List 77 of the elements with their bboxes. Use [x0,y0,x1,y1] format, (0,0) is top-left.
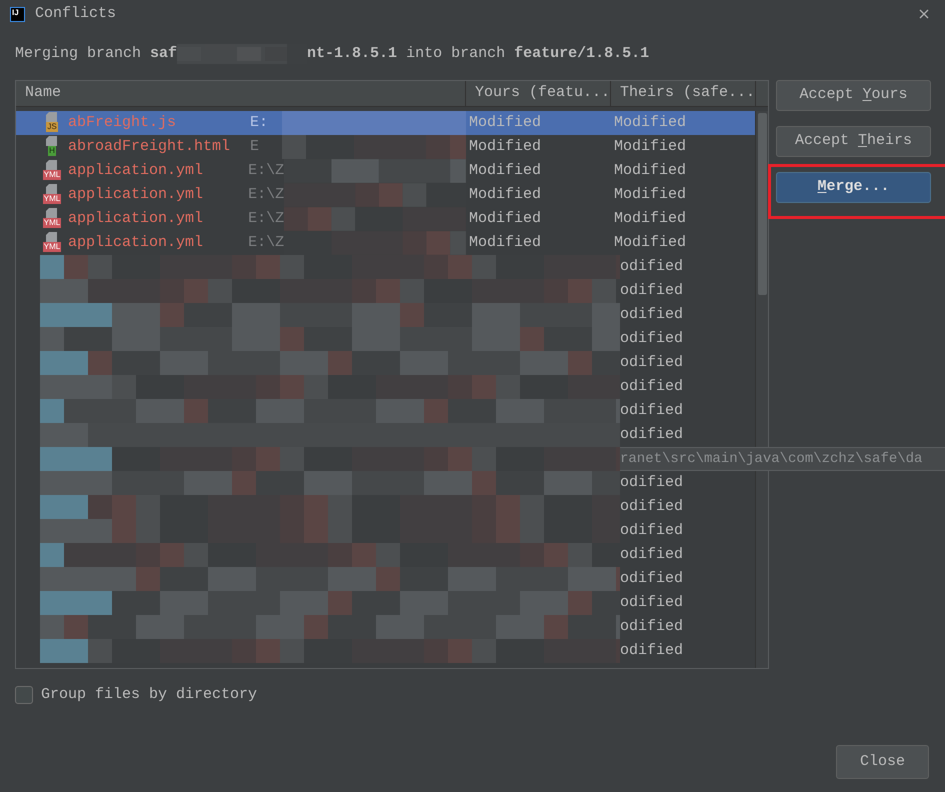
table-row[interactable]: H abroadFreight.html E Modified Modified [16,135,755,159]
status-text: odified [620,400,684,421]
status-text: odified [620,424,684,445]
status-text: Modified [469,184,542,205]
status-text: Modified [469,160,542,181]
column-header[interactable]: Name [16,81,466,106]
status-text: odified [620,640,684,661]
file-name: abFreight.js [68,112,178,133]
table-row[interactable]: odified [16,423,755,447]
window-title: Conflicts [35,4,116,24]
status-text: Modified [469,232,542,253]
status-text: Modified [614,160,686,181]
status-text: odified [620,544,684,565]
close-button[interactable]: Close [836,745,929,779]
table-row[interactable]: odified [16,615,755,639]
table-row[interactable]: odified [16,327,755,351]
file-path: E:\Z [248,232,284,253]
status-text: odified [620,616,684,637]
file-path: E:\Z [248,208,284,229]
scrollbar-thumb[interactable] [758,113,766,295]
table-row[interactable]: odified [16,471,755,495]
path-tooltip: ranet\src\main\java\com\zchz\safe\da [620,447,945,471]
app-icon: IJ [10,6,25,22]
merge-message: Merging branch saf [15,44,178,64]
status-text: odified [620,328,684,349]
status-text: odified [620,472,684,493]
checkbox-label: Group files by directory [41,684,258,705]
table-row[interactable]: odified [16,567,755,591]
status-text: odified [620,256,684,277]
status-text: odified [620,280,684,301]
status-text: odified [620,568,684,589]
file-name: application.yml [68,208,204,229]
action-button[interactable]: Accept Yours [776,80,931,111]
table-row[interactable]: odified [16,375,755,399]
action-button[interactable]: Merge... [776,172,931,203]
status-text: odified [620,352,684,373]
table-row[interactable]: odified [16,279,755,303]
table-row[interactable]: odified [16,639,755,663]
table-row[interactable]: odified [16,519,755,543]
file-path: E: [250,112,268,133]
file-name: application.yml [68,232,204,253]
status-text: Modified [469,208,542,229]
table-row[interactable]: YML application.yml E:\Z Modified Modified [16,183,755,207]
file-name: application.yml [68,160,204,181]
table-row[interactable]: odified [16,255,755,279]
file-path: E [250,136,260,157]
column-header[interactable]: Yours (featu... [466,81,611,106]
status-text: odified [620,520,684,541]
status-text: Modified [469,136,542,157]
table-row[interactable]: odified [16,399,755,423]
table-row[interactable]: JS abFreight.js E: Modified Modified [16,111,755,135]
table-row[interactable]: odified [16,303,755,327]
table-row[interactable]: odified [16,591,755,615]
status-text: odified [620,304,684,325]
status-text: Modified [614,136,686,157]
status-text: odified [620,496,684,517]
checkbox[interactable] [15,686,33,704]
status-text: Modified [469,112,542,133]
action-button[interactable]: Accept Theirs [776,126,931,157]
status-text: odified [620,376,684,397]
status-text: Modified [614,184,686,205]
close-icon[interactable] [917,7,931,21]
file-path: E:\Z [248,160,284,181]
file-path: E:\Z [248,184,284,205]
table-row[interactable]: odified [16,543,755,567]
status-text: Modified [614,232,686,253]
table-row[interactable]: YML application.yml E:\Z Modified Modified [16,159,755,183]
table-row[interactable]: odified [16,495,755,519]
column-header[interactable]: Theirs (safe... [611,81,756,106]
merge-message: nt-1.8.5.1 into branch feature/1.8.5.1 [307,44,650,64]
status-text: Modified [614,208,686,229]
status-text: Modified [614,112,686,133]
table-row[interactable]: odified [16,351,755,375]
file-name: application.yml [68,184,204,205]
file-name: abroadFreight.html [68,136,232,157]
table-row[interactable]: YML application.yml E:\Z Modified Modified [16,207,755,231]
status-text: odified [620,592,684,613]
